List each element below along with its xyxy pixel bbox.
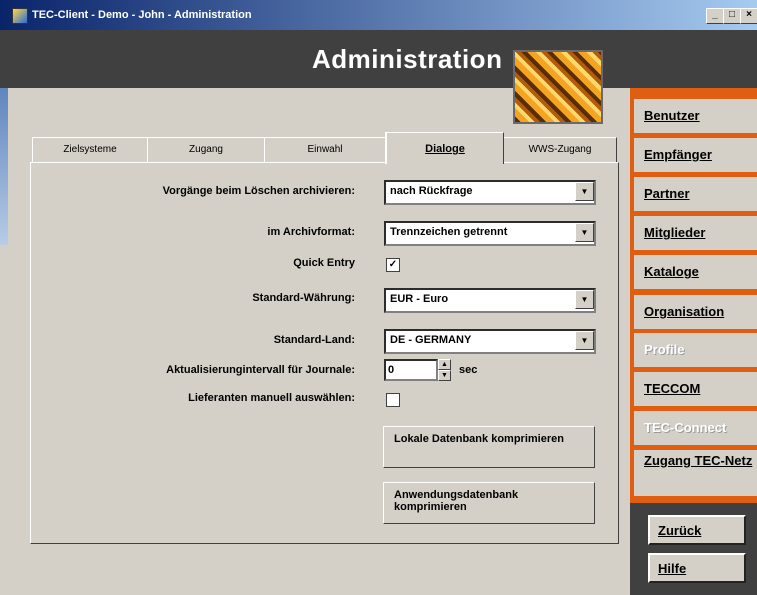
window-title: TEC-Client - Demo - John - Administratio… bbox=[32, 9, 252, 21]
spin-up-icon[interactable]: ▲ bbox=[438, 359, 451, 370]
sidebar-item-organisation[interactable]: Organisation bbox=[634, 295, 757, 329]
archive-select[interactable]: nach Rückfrage ▼ bbox=[384, 180, 596, 205]
compress-app-db-button[interactable]: Anwendungsdatenbank komprimieren bbox=[383, 482, 595, 524]
help-button[interactable]: Hilfe bbox=[648, 553, 746, 583]
back-button[interactable]: Zurück bbox=[648, 515, 746, 545]
quickentry-checkbox[interactable]: ✓ bbox=[386, 258, 400, 272]
spin-down-icon[interactable]: ▼ bbox=[438, 370, 451, 381]
interval-unit: sec bbox=[459, 364, 478, 376]
chevron-down-icon[interactable]: ▼ bbox=[575, 223, 594, 242]
interval-spinner[interactable]: ▲ ▼ bbox=[438, 359, 451, 381]
left-strip bbox=[0, 88, 8, 245]
sidebar-item-mitglieder[interactable]: Mitglieder bbox=[634, 216, 757, 250]
chevron-down-icon[interactable]: ▼ bbox=[575, 290, 594, 309]
format-label: im Archivformat: bbox=[267, 226, 355, 238]
country-value: DE - GERMANY bbox=[390, 334, 472, 346]
country-label: Standard-Land: bbox=[273, 334, 355, 346]
title-bar: TEC-Client - Demo - John - Administratio… bbox=[0, 0, 757, 30]
format-select[interactable]: Trennzeichen getrennt ▼ bbox=[384, 221, 596, 246]
sidebar-item-empfaenger[interactable]: Empfänger bbox=[634, 138, 757, 172]
logo-image bbox=[513, 50, 603, 124]
tab-zugang[interactable]: Zugang bbox=[147, 137, 265, 162]
format-value: Trennzeichen getrennt bbox=[390, 226, 508, 238]
interval-input[interactable]: 0 bbox=[384, 359, 438, 381]
currency-value: EUR - Euro bbox=[390, 293, 449, 305]
chevron-down-icon[interactable]: ▼ bbox=[575, 182, 594, 201]
archive-value: nach Rückfrage bbox=[390, 185, 473, 197]
app-icon bbox=[12, 8, 28, 24]
currency-label: Standard-Währung: bbox=[252, 292, 355, 304]
interval-label: Aktualisierungintervall für Journale: bbox=[166, 364, 355, 376]
sidebar-item-kataloge[interactable]: Kataloge bbox=[634, 255, 757, 289]
page-header: Administration bbox=[0, 30, 757, 88]
supplier-checkbox[interactable] bbox=[386, 393, 400, 407]
compress-local-db-button[interactable]: Lokale Datenbank komprimieren bbox=[383, 426, 595, 468]
country-select[interactable]: DE - GERMANY ▼ bbox=[384, 329, 596, 354]
tab-wws-zugang[interactable]: WWS-Zugang bbox=[503, 137, 617, 162]
chevron-down-icon[interactable]: ▼ bbox=[575, 331, 594, 350]
tab-einwahl[interactable]: Einwahl bbox=[264, 137, 386, 162]
sidebar-item-zugang-tec-netz[interactable]: Zugang TEC-Netz bbox=[634, 450, 757, 496]
minimize-button[interactable]: _ bbox=[706, 8, 724, 24]
tab-dialoge[interactable]: Dialoge bbox=[385, 132, 504, 164]
sidebar-item-benutzer[interactable]: Benutzer bbox=[634, 99, 757, 133]
checkmark-icon: ✓ bbox=[388, 259, 398, 270]
tab-zielsysteme[interactable]: Zielsysteme bbox=[32, 137, 148, 162]
page-title: Administration bbox=[312, 44, 503, 74]
sidebar-item-partner[interactable]: Partner bbox=[634, 177, 757, 211]
sidebar-item-tec-connect: TEC-Connect bbox=[634, 411, 757, 445]
sidebar-item-profile: Profile bbox=[634, 333, 757, 367]
sidebar-item-teccom[interactable]: TECCOM bbox=[634, 372, 757, 406]
archive-label: Vorgänge beim Löschen archivieren: bbox=[162, 185, 355, 197]
currency-select[interactable]: EUR - Euro ▼ bbox=[384, 288, 596, 313]
supplier-label: Lieferanten manuell auswählen: bbox=[188, 392, 355, 404]
maximize-button[interactable]: □ bbox=[723, 8, 741, 24]
close-button[interactable]: × bbox=[740, 8, 757, 24]
quickentry-label: Quick Entry bbox=[293, 257, 355, 269]
